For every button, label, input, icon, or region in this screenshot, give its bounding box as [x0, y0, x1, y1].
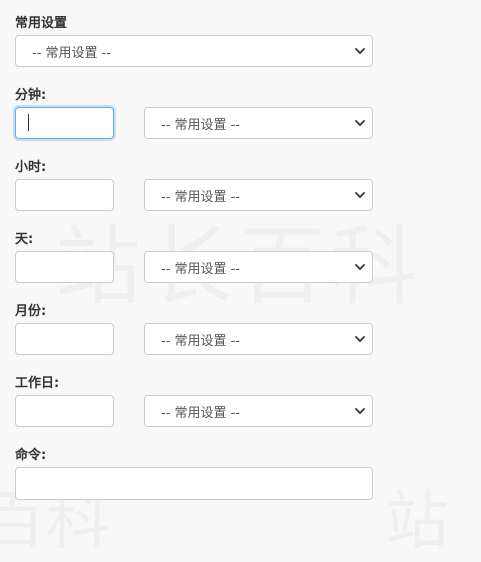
minute-label: 分钟:	[15, 88, 47, 103]
month-label: 月份:	[15, 304, 47, 319]
watermark: 站	[385, 470, 449, 562]
day-select[interactable]: -- 常用设置 --	[144, 251, 373, 283]
weekday-select-value: -- 常用设置 --	[161, 405, 241, 421]
day-select-value: -- 常用设置 --	[161, 261, 241, 277]
common-settings-select[interactable]: -- 常用设置 --	[15, 35, 373, 67]
weekday-label: 工作日:	[15, 376, 60, 391]
month-select[interactable]: -- 常用设置 --	[144, 323, 373, 355]
chevron-down-icon	[355, 48, 365, 54]
text-caret	[28, 114, 29, 131]
hour-input[interactable]	[15, 179, 114, 211]
common-settings-label: 常用设置	[15, 16, 68, 31]
weekday-select[interactable]: -- 常用设置 --	[144, 395, 373, 427]
minute-input[interactable]	[15, 107, 114, 139]
hour-select-value: -- 常用设置 --	[161, 189, 241, 205]
month-select-value: -- 常用设置 --	[161, 333, 241, 349]
hour-select[interactable]: -- 常用设置 --	[144, 179, 373, 211]
command-input[interactable]	[15, 467, 373, 500]
day-input[interactable]	[15, 251, 114, 283]
chevron-down-icon	[355, 336, 365, 342]
chevron-down-icon	[355, 408, 365, 414]
weekday-input[interactable]	[15, 395, 114, 427]
month-input[interactable]	[15, 323, 114, 355]
common-settings-select-value: -- 常用设置 --	[32, 45, 112, 61]
chevron-down-icon	[355, 120, 365, 126]
chevron-down-icon	[355, 264, 365, 270]
command-label: 命令:	[15, 448, 47, 463]
minute-select-value: -- 常用设置 --	[161, 117, 241, 133]
day-label: 天:	[15, 232, 34, 247]
minute-select[interactable]: -- 常用设置 --	[144, 107, 373, 139]
chevron-down-icon	[355, 192, 365, 198]
hour-label: 小时:	[15, 160, 47, 175]
